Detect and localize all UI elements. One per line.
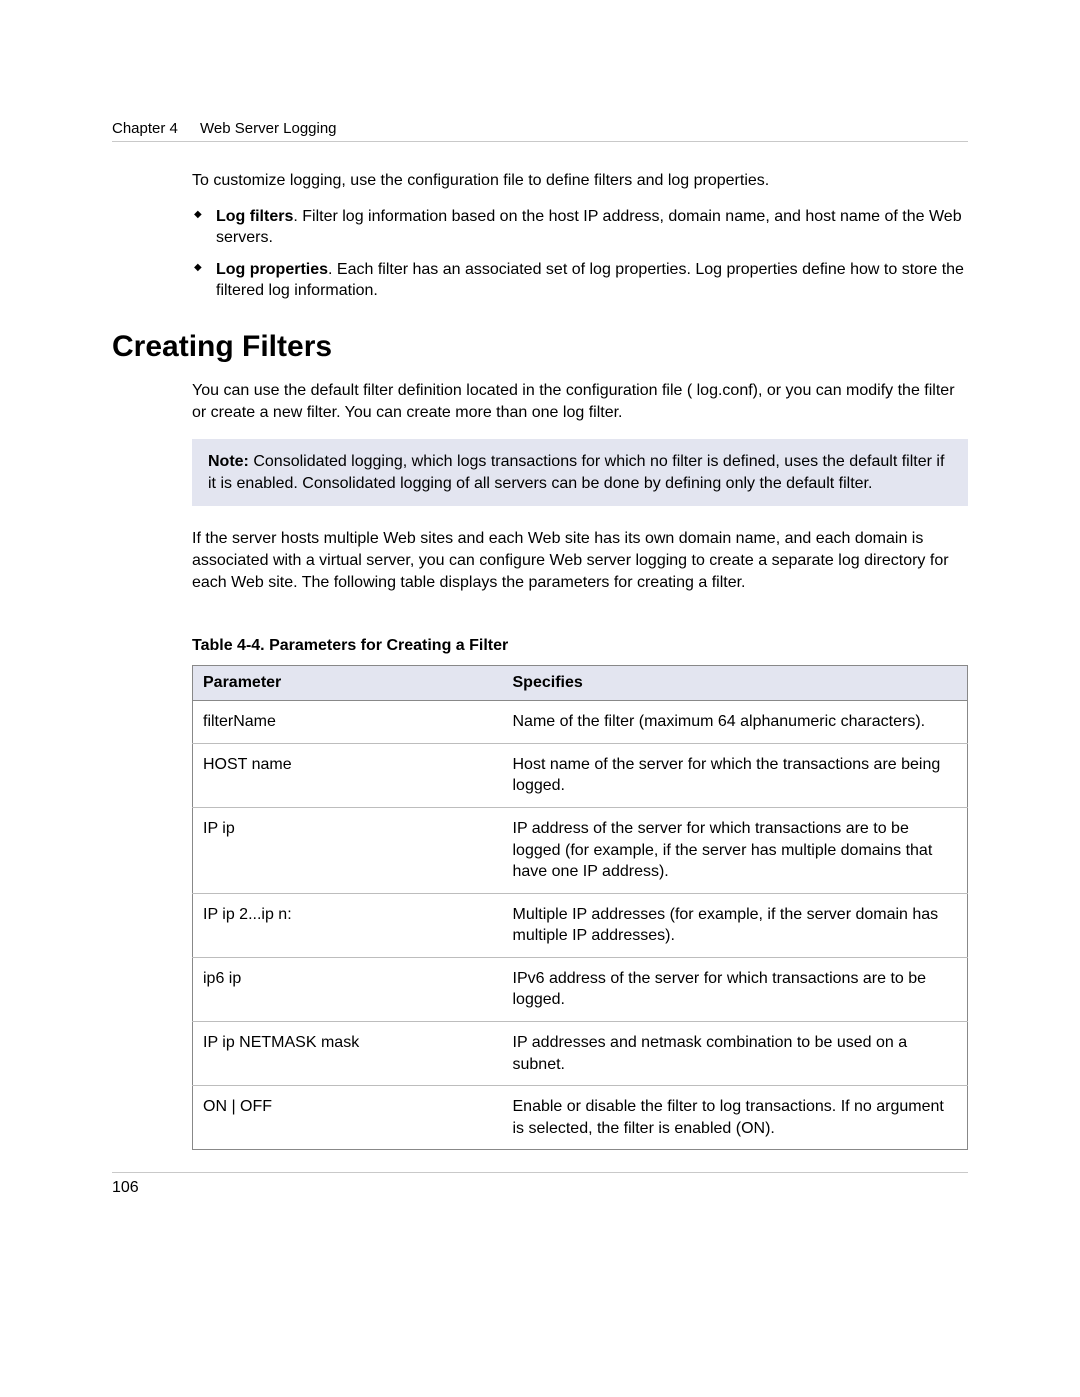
table-row: IP ip IP address of the server for which… <box>193 807 968 893</box>
bullet-lead: Log properties <box>216 261 328 278</box>
table-cell-param: filterName <box>193 701 503 744</box>
note-box: Note: Consolidated logging, which logs t… <box>192 439 968 506</box>
table-row: HOST name Host name of the server for wh… <box>193 743 968 807</box>
bullet-text: . Filter log information based on the ho… <box>216 208 962 247</box>
section-heading: Creating Filters <box>112 330 968 364</box>
table-cell-spec: IP addresses and netmask combination to … <box>503 1022 968 1086</box>
intro-paragraph: To customize logging, use the configurat… <box>192 170 968 192</box>
table-cell-spec: Enable or disable the filter to log tran… <box>503 1086 968 1150</box>
list-item: Log properties. Each filter has an assoc… <box>192 259 968 302</box>
body-content: To customize logging, use the configurat… <box>192 170 968 302</box>
table-cell-spec: Host name of the server for which the tr… <box>503 743 968 807</box>
list-item: Log filters. Filter log information base… <box>192 206 968 249</box>
table-cell-param: IP ip NETMASK mask <box>193 1022 503 1086</box>
table-cell-spec: Multiple IP addresses (for example, if t… <box>503 893 968 957</box>
table-cell-spec: Name of the filter (maximum 64 alphanume… <box>503 701 968 744</box>
table-cell-param: HOST name <box>193 743 503 807</box>
table-cell-param: ip6 ip <box>193 957 503 1021</box>
table-cell-param: IP ip 2...ip n: <box>193 893 503 957</box>
bullet-lead: Log filters <box>216 208 293 225</box>
table-row: ON | OFF Enable or disable the filter to… <box>193 1086 968 1150</box>
table-row: filterName Name of the filter (maximum 6… <box>193 701 968 744</box>
section-content: You can use the default filter definitio… <box>192 380 968 1150</box>
table-cell-spec: IPv6 address of the server for which tra… <box>503 957 968 1021</box>
running-head: Chapter 4 Web Server Logging <box>112 120 968 142</box>
parameters-table: Parameter Specifies filterName Name of t… <box>192 665 968 1150</box>
bullet-list: Log filters. Filter log information base… <box>192 206 968 302</box>
note-lead: Note: <box>208 453 249 470</box>
table-header-row: Parameter Specifies <box>193 666 968 701</box>
table-header-specifies: Specifies <box>503 666 968 701</box>
chapter-title: Web Server Logging <box>200 120 336 137</box>
table-cell-param: IP ip <box>193 807 503 893</box>
bullet-text: . Each filter has an associated set of l… <box>216 261 964 300</box>
section-paragraph-2: If the server hosts multiple Web sites a… <box>192 528 968 593</box>
page-number: 106 <box>112 1172 968 1197</box>
chapter-label: Chapter 4 <box>112 120 178 137</box>
table-row: IP ip NETMASK mask IP addresses and netm… <box>193 1022 968 1086</box>
section-paragraph-1: You can use the default filter definitio… <box>192 380 968 423</box>
document-page: Chapter 4 Web Server Logging To customiz… <box>0 0 1080 1397</box>
table-row: IP ip 2...ip n: Multiple IP addresses (f… <box>193 893 968 957</box>
table-row: ip6 ip IPv6 address of the server for wh… <box>193 957 968 1021</box>
table-cell-param: ON | OFF <box>193 1086 503 1150</box>
table-header-parameter: Parameter <box>193 666 503 701</box>
note-text: Consolidated logging, which logs transac… <box>208 453 944 492</box>
table-caption: Table 4-4. Parameters for Creating a Fil… <box>192 637 968 655</box>
table-cell-spec: IP address of the server for which trans… <box>503 807 968 893</box>
